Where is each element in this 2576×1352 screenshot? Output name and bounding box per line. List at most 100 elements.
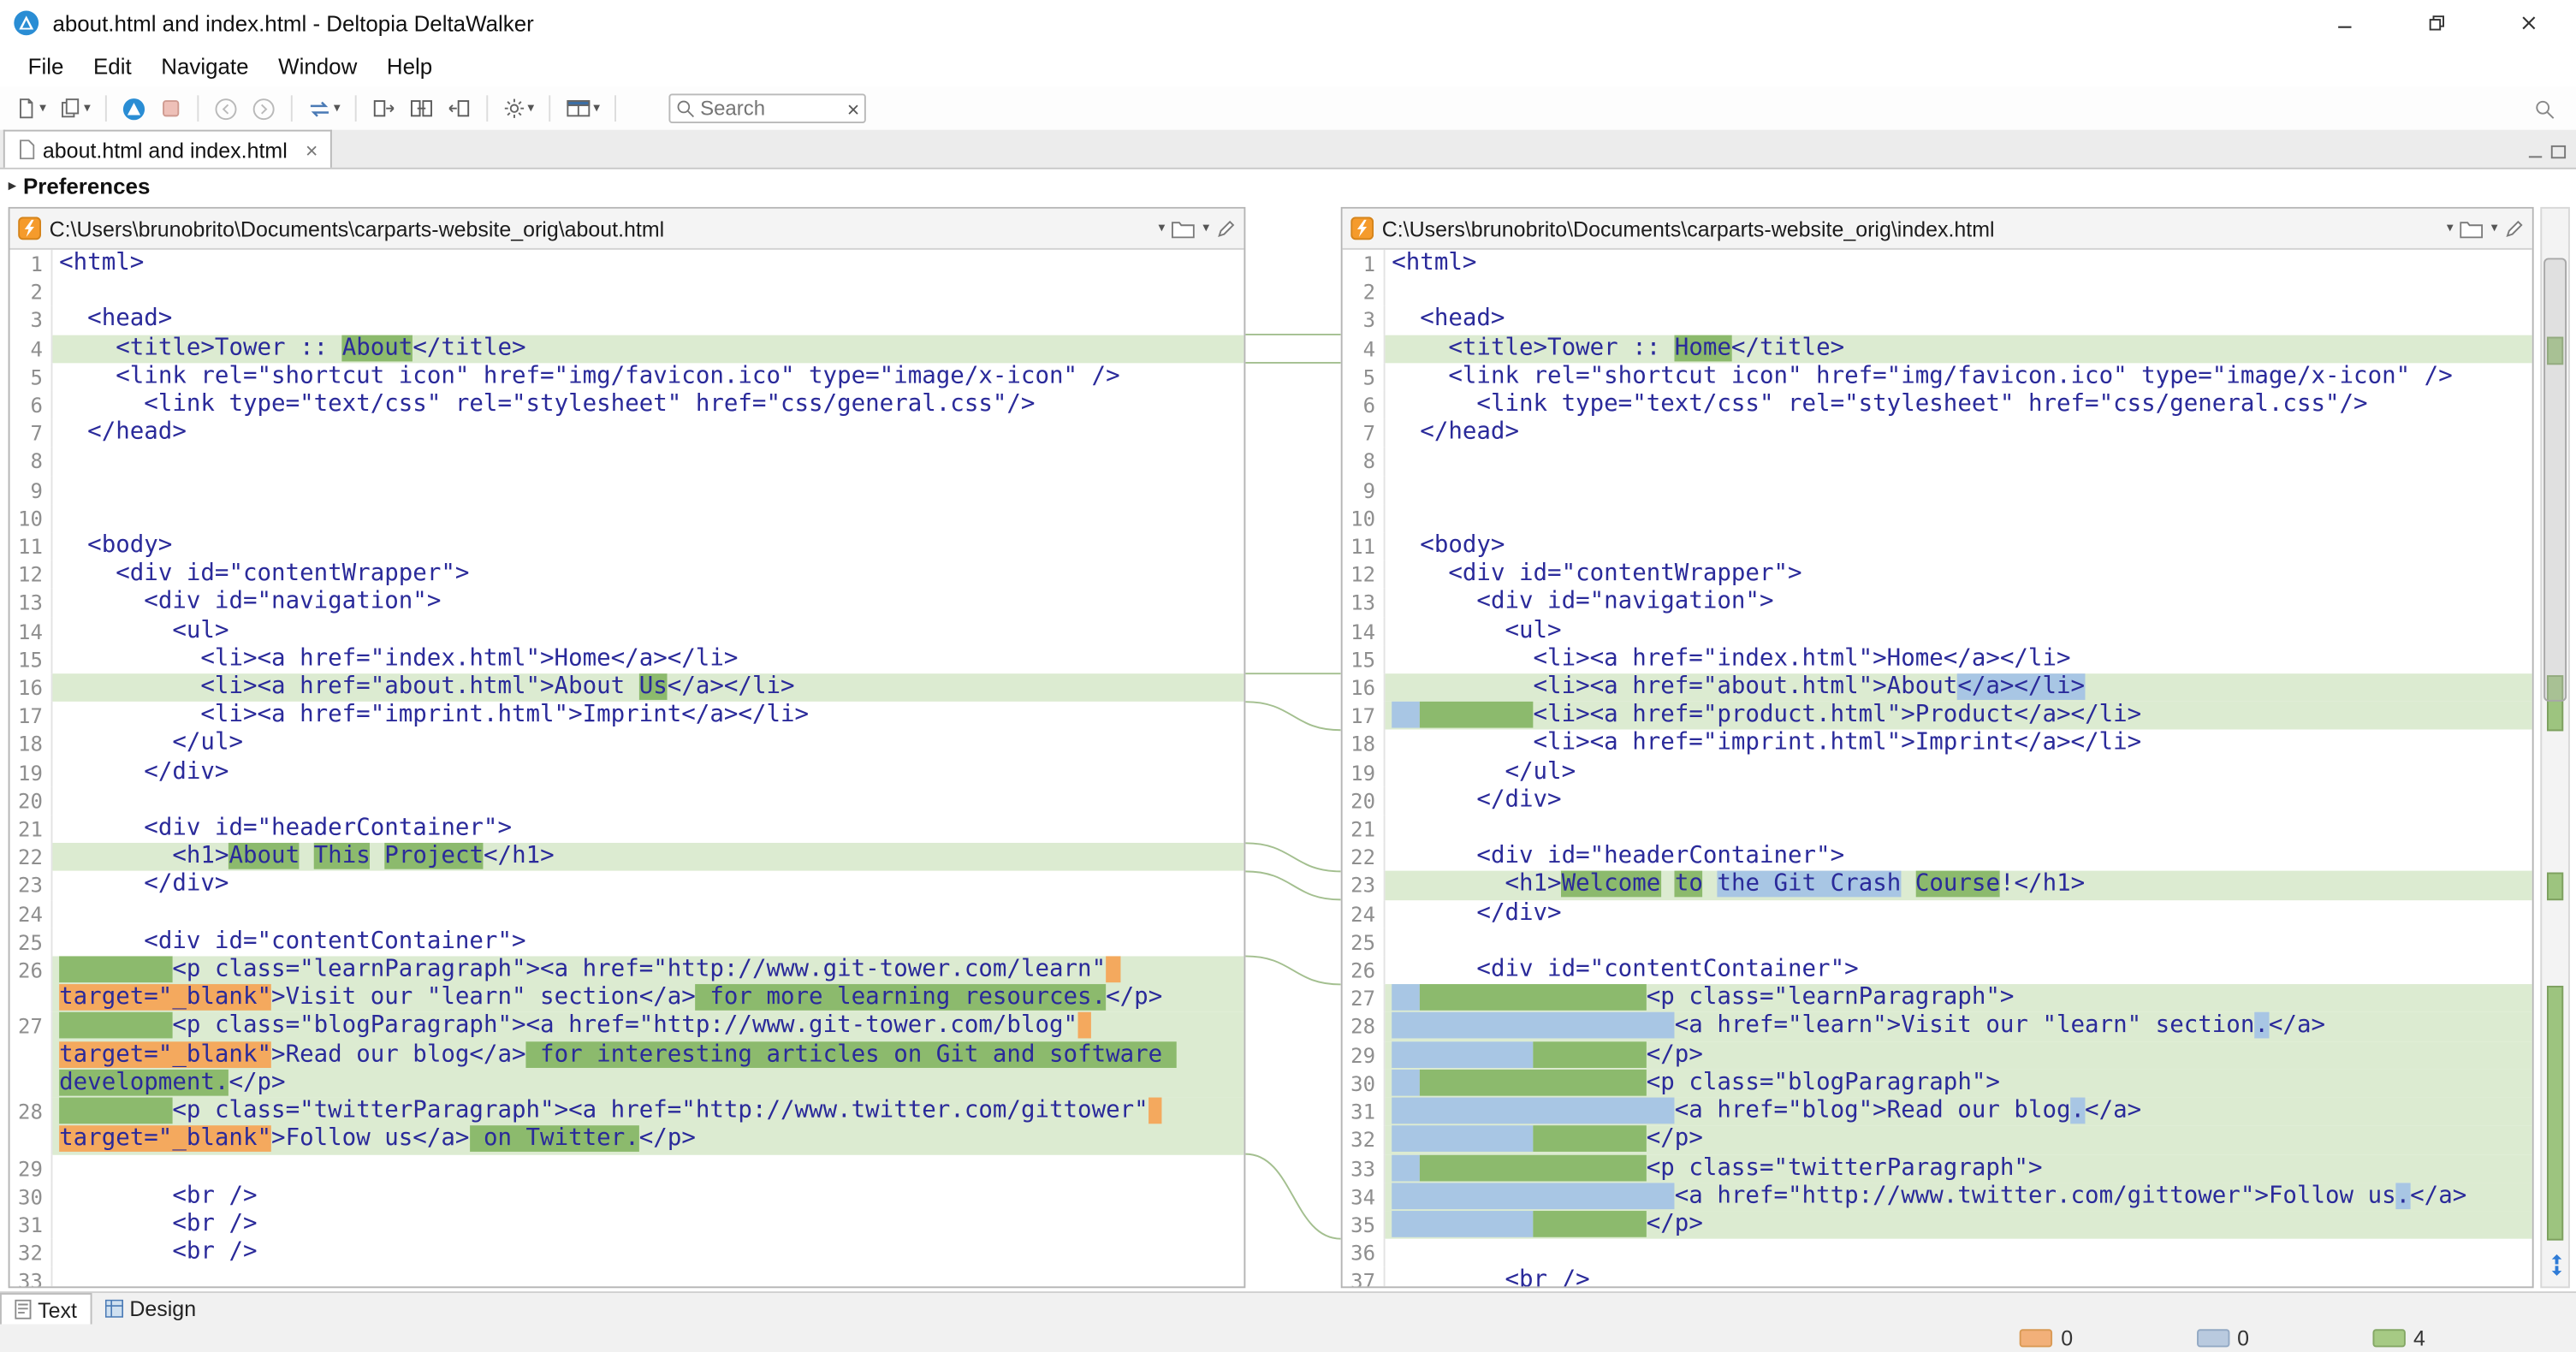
menu-navigate[interactable]: Navigate (146, 50, 264, 84)
code-line[interactable]: 33 (10, 1267, 1244, 1286)
restore-button[interactable] (2413, 7, 2462, 39)
code-line[interactable]: 35 </p> (1343, 1211, 2532, 1239)
dropdown-icon[interactable]: ▾ (593, 102, 600, 115)
menu-help[interactable]: Help (372, 50, 448, 84)
find-button[interactable] (2529, 92, 2560, 125)
code-line[interactable]: 10 (10, 504, 1244, 532)
stop-button[interactable] (155, 92, 187, 125)
code-line[interactable]: 26 <p class="learnParagraph"><a href="ht… (10, 957, 1244, 1013)
code-line[interactable]: 2 (10, 278, 1244, 306)
code-line[interactable]: 20 (10, 786, 1244, 815)
code-line[interactable]: 4 <title>Tower :: About</title> (10, 335, 1244, 363)
code-line[interactable]: 12 <div id="contentWrapper"> (1343, 560, 2532, 589)
code-line[interactable]: 34 <a href="http://www.twitter.com/gitto… (1343, 1183, 2532, 1211)
code-line[interactable]: 11 <body> (10, 532, 1244, 560)
code-line[interactable]: 19 </div> (10, 758, 1244, 786)
code-line[interactable]: 1<html> (10, 250, 1244, 278)
code-line[interactable]: 19 </ul> (1343, 758, 2532, 786)
open-session-button[interactable]: ▾ (54, 92, 95, 125)
search-clear-icon[interactable]: × (847, 98, 860, 119)
code-line[interactable]: 33 <p class="twitterParagraph"> (1343, 1154, 2532, 1183)
code-line[interactable]: 7 </head> (1343, 419, 2532, 448)
minimize-view-icon[interactable] (2527, 145, 2543, 159)
code-line[interactable]: 14 <ul> (10, 617, 1244, 645)
menu-edit[interactable]: Edit (79, 50, 146, 84)
chevron-down-icon[interactable]: ▾ (1202, 222, 1209, 234)
left-code-editor[interactable]: 1<html>23 <head>4 <title>Tower :: About<… (10, 250, 1244, 1287)
code-line[interactable]: 7 </head> (10, 419, 1244, 448)
overview-scrollbar[interactable] (2540, 207, 2570, 1288)
minimize-button[interactable] (2320, 7, 2370, 39)
code-line[interactable]: 5 <link rel="shortcut icon" href="img/fa… (10, 363, 1244, 391)
tab-close-icon[interactable]: × (306, 137, 318, 162)
code-line[interactable]: 24 (10, 900, 1244, 928)
right-code-editor[interactable]: 1<html>23 <head>4 <title>Tower :: Home</… (1343, 250, 2532, 1287)
code-line[interactable]: 23 </div> (10, 872, 1244, 900)
copy-all-button[interactable] (404, 92, 438, 125)
code-line[interactable]: 9 (1343, 476, 2532, 504)
code-line[interactable]: 28 <a href="learn">Visit our "learn" sec… (1343, 1013, 2532, 1041)
scrollbar-thumb[interactable] (2543, 258, 2567, 701)
code-line[interactable]: 15 <li><a href="index.html">Home</a></li… (10, 645, 1244, 673)
edit-icon[interactable] (1216, 218, 1236, 238)
code-line[interactable]: 37 <br /> (1343, 1267, 2532, 1286)
code-line[interactable]: 17 <li><a href="imprint.html">Imprint</a… (10, 702, 1244, 730)
code-line[interactable]: 24 </div> (1343, 900, 2532, 928)
diff-mark[interactable] (2547, 873, 2563, 901)
chevron-down-icon[interactable]: ▾ (1159, 222, 1166, 234)
code-line[interactable]: 22 <h1>About This Project</h1> (10, 843, 1244, 871)
code-line[interactable]: 32 <br /> (10, 1239, 1244, 1267)
maximize-view-icon[interactable] (2550, 145, 2567, 159)
code-line[interactable]: 14 <ul> (1343, 617, 2532, 645)
code-line[interactable]: 30 <br /> (10, 1183, 1244, 1211)
code-line[interactable]: 23 <h1>Welcome to the Git Crash Course!<… (1343, 872, 2532, 900)
code-line[interactable]: 10 (1343, 504, 2532, 532)
code-line[interactable]: 13 <div id="navigation"> (1343, 589, 2532, 617)
preferences-section[interactable]: ▸ Preferences (0, 169, 2576, 204)
code-line[interactable]: 26 <div id="contentContainer"> (1343, 957, 2532, 985)
close-button[interactable] (2504, 7, 2554, 39)
code-line[interactable]: 32 </p> (1343, 1126, 2532, 1154)
edit-icon[interactable] (2504, 218, 2524, 238)
dropdown-icon[interactable]: ▾ (84, 102, 91, 115)
compare-button[interactable] (116, 92, 151, 125)
code-line[interactable]: 8 (10, 448, 1244, 476)
settings-gear-button[interactable]: ▾ (498, 92, 539, 125)
code-line[interactable]: 9 (10, 476, 1244, 504)
code-line[interactable]: 28 <p class="twitterParagraph"><a href="… (10, 1098, 1244, 1154)
code-line[interactable]: 21 (1343, 815, 2532, 843)
code-line[interactable]: 18 </ul> (10, 730, 1244, 758)
tab-design[interactable]: Design (92, 1293, 209, 1324)
diff-mark[interactable] (2547, 986, 2563, 1241)
code-line[interactable]: 16 <li><a href="about.html">About Us</a>… (10, 673, 1244, 702)
copy-right-button[interactable] (366, 92, 401, 125)
code-line[interactable]: 2 (1343, 278, 2532, 306)
copy-left-button[interactable] (442, 92, 477, 125)
code-line[interactable]: 18 <li><a href="imprint.html">Imprint</a… (1343, 730, 2532, 758)
code-line[interactable]: 31 <br /> (10, 1211, 1244, 1239)
code-line[interactable]: 6 <link type="text/css" rel="stylesheet"… (10, 391, 1244, 419)
code-line[interactable]: 25 <div id="contentContainer"> (10, 928, 1244, 957)
dropdown-icon[interactable]: ▾ (334, 102, 341, 115)
code-line[interactable]: 25 (1343, 928, 2532, 957)
code-line[interactable]: 4 <title>Tower :: Home</title> (1343, 335, 2532, 363)
previous-difference-button[interactable] (209, 92, 243, 125)
code-line[interactable]: 30 <p class="blogParagraph"> (1343, 1070, 2532, 1098)
scroll-sync-icon[interactable] (2545, 1254, 2568, 1277)
code-line[interactable]: 15 <li><a href="index.html">Home</a></li… (1343, 645, 2532, 673)
code-line[interactable]: 5 <link rel="shortcut icon" href="img/fa… (1343, 363, 2532, 391)
menu-window[interactable]: Window (264, 50, 372, 84)
code-line[interactable]: 36 (1343, 1239, 2532, 1267)
layout-button[interactable]: ▾ (561, 92, 605, 125)
code-line[interactable]: 16 <li><a href="about.html">About</a></l… (1343, 673, 2532, 702)
code-line[interactable]: 20 </div> (1343, 786, 2532, 815)
folder-icon[interactable] (2460, 219, 2483, 237)
code-line[interactable]: 12 <div id="contentWrapper"> (10, 560, 1244, 589)
code-line[interactable]: 3 <head> (10, 306, 1244, 335)
code-line[interactable]: 1<html> (1343, 250, 2532, 278)
dropdown-icon[interactable]: ▾ (527, 102, 534, 115)
refresh-comparison-button[interactable]: ▾ (302, 92, 345, 125)
new-comparison-button[interactable]: ▾ (10, 92, 51, 125)
twistie-icon[interactable]: ▸ (9, 177, 17, 195)
code-line[interactable]: 6 <link type="text/css" rel="stylesheet"… (1343, 391, 2532, 419)
